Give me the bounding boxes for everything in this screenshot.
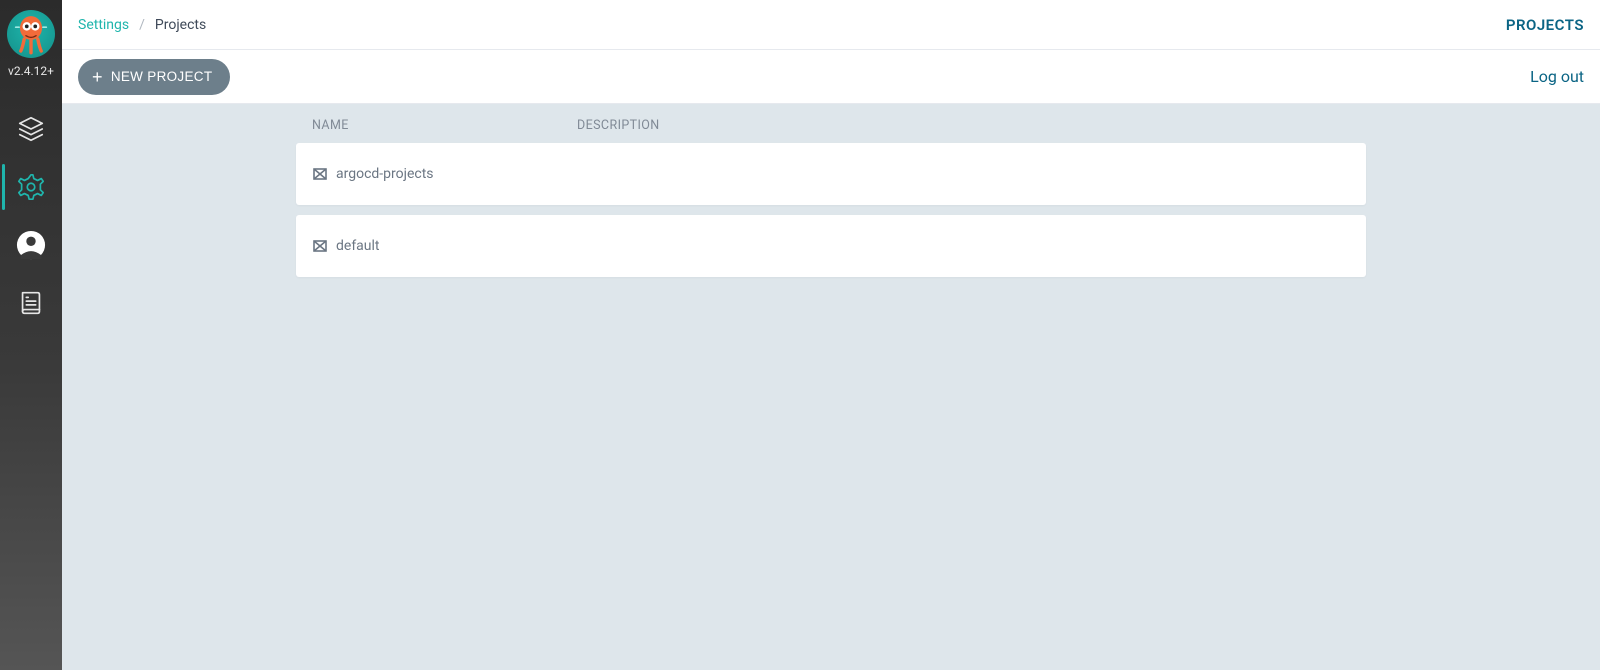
gear-icon bbox=[16, 172, 46, 202]
main-content: Settings / Projects PROJECTS + NEW PROJE… bbox=[62, 0, 1600, 670]
column-name: NAME bbox=[312, 118, 577, 133]
plus-icon: + bbox=[92, 68, 103, 86]
book-icon bbox=[16, 288, 46, 318]
page-title-projects: PROJECTS bbox=[1506, 16, 1584, 34]
breadcrumb-separator: / bbox=[139, 17, 145, 33]
project-name: default bbox=[336, 238, 576, 254]
nav-docs[interactable] bbox=[0, 274, 62, 332]
column-description: DESCRIPTION bbox=[577, 118, 1350, 133]
new-project-label: NEW PROJECT bbox=[111, 69, 213, 84]
octopus-icon bbox=[14, 12, 48, 56]
argo-logo[interactable] bbox=[7, 10, 55, 58]
version-label: v2.4.12+ bbox=[8, 64, 54, 78]
sidebar-nav bbox=[0, 100, 62, 332]
breadcrumb-bar: Settings / Projects PROJECTS bbox=[62, 0, 1600, 50]
layers-icon bbox=[16, 114, 46, 144]
project-row[interactable]: default bbox=[296, 215, 1366, 277]
project-name: argocd-projects bbox=[336, 166, 576, 182]
nav-user[interactable] bbox=[0, 216, 62, 274]
project-row[interactable]: argocd-projects bbox=[296, 143, 1366, 205]
content-area: NAME DESCRIPTION argocd-projects default bbox=[62, 104, 1600, 670]
table-header: NAME DESCRIPTION bbox=[296, 118, 1366, 143]
nav-settings[interactable] bbox=[0, 158, 62, 216]
toolbar: + NEW PROJECT Log out bbox=[62, 50, 1600, 104]
project-icon bbox=[312, 166, 328, 182]
breadcrumb-settings-link[interactable]: Settings bbox=[78, 17, 129, 33]
sidebar: v2.4.12+ bbox=[0, 0, 62, 670]
nav-applications[interactable] bbox=[0, 100, 62, 158]
user-circle-icon bbox=[16, 230, 46, 260]
new-project-button[interactable]: + NEW PROJECT bbox=[78, 59, 230, 95]
logout-link[interactable]: Log out bbox=[1530, 67, 1584, 86]
project-icon bbox=[312, 238, 328, 254]
breadcrumb-current: Projects bbox=[155, 17, 206, 33]
